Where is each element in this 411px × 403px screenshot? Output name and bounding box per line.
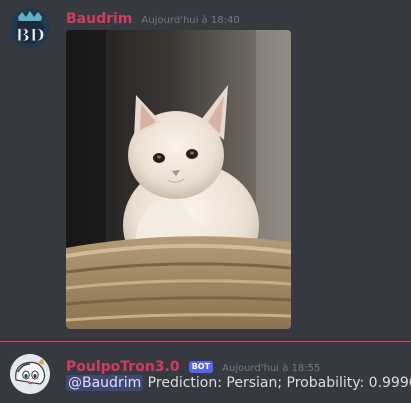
- baudrim-avatar-icon: BD: [10, 8, 50, 48]
- poulpotron-avatar-icon: [10, 354, 50, 394]
- message-timestamp[interactable]: Aujourd'hui à 18:40: [142, 15, 240, 26]
- prediction-text: Prediction: Persian; Probability: 0.9996: [143, 375, 411, 391]
- avatar-initials: BD: [15, 26, 44, 46]
- avatar-baudrim[interactable]: BD: [10, 8, 50, 48]
- avatar-poulpotron[interactable]: [10, 354, 50, 394]
- author-name[interactable]: Baudrim: [66, 11, 132, 27]
- bot-tag: BOT: [188, 361, 214, 373]
- message-content: @Baudrim Prediction: Persian; Probabilit…: [66, 375, 411, 391]
- message-header: PoulpoTron3.0 BOT Aujourd'hui à 18:55: [66, 356, 320, 375]
- message-poulpotron: PoulpoTron3.0 BOT Aujourd'hui à 18:55: [0, 342, 411, 403]
- persian-cat-photo-icon: [66, 30, 291, 329]
- image-attachment[interactable]: [66, 30, 291, 329]
- message-header: Baudrim Aujourd'hui à 18:40: [66, 8, 240, 27]
- author-name[interactable]: PoulpoTron3.0: [66, 359, 180, 375]
- message-timestamp[interactable]: Aujourd'hui à 18:55: [222, 363, 320, 374]
- user-mention[interactable]: @Baudrim: [66, 375, 144, 391]
- message-baudrim: BD Baudrim Aujourd'hui à 18:40: [0, 0, 411, 340]
